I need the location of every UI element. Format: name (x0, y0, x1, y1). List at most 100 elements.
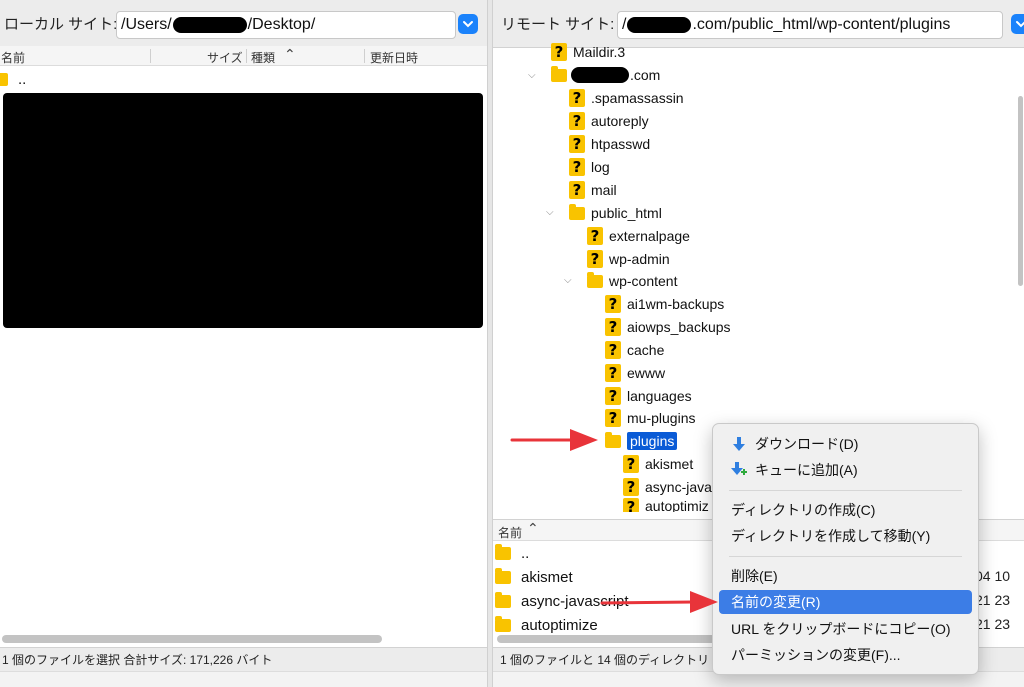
remote-path-dropdown-button[interactable] (1011, 14, 1024, 34)
question-icon: ? (605, 318, 621, 336)
chevron-down-icon (1016, 21, 1024, 28)
menu-item-create-directory[interactable]: ディレクトリの作成(C) (719, 498, 972, 522)
tree-vertical-scrollbar[interactable] (1018, 96, 1023, 286)
tree-item-cache[interactable]: ? cache (605, 339, 664, 361)
chevron-down-icon[interactable]: ⌵ (528, 70, 536, 81)
tree-item-ai1wm-backups[interactable]: ? ai1wm-backups (605, 293, 724, 315)
folder-icon (605, 431, 621, 448)
question-icon: ? (605, 409, 621, 427)
menu-item-change-permissions[interactable]: パーミッションの変更(F)... (719, 643, 972, 667)
question-icon: ? (623, 478, 639, 496)
chevron-down-icon[interactable]: ⌵ (564, 275, 572, 286)
menu-separator (729, 556, 962, 557)
tree-item-autoreply[interactable]: ? autoreply (569, 110, 649, 132)
tree-item-autoptimize[interactable]: ? autoptimiz (623, 498, 709, 512)
question-icon: ? (605, 364, 621, 382)
tree-item-log[interactable]: ? log (569, 156, 610, 178)
remote-site-label: リモート サイト: (501, 16, 615, 33)
folder-icon (495, 567, 511, 584)
folder-icon (495, 591, 511, 608)
menu-separator (729, 490, 962, 491)
tree-item-plugins[interactable]: plugins (605, 430, 678, 452)
sort-ascending-icon: ⌃ (527, 520, 539, 536)
local-col-modified[interactable]: 更新日時 (370, 49, 418, 66)
local-path-suffix: /Desktop/ (247, 16, 316, 33)
sort-ascending-icon: ⌃ (284, 46, 296, 62)
question-icon: ? (623, 498, 639, 512)
context-menu: ダウンロード(D) キューに追加(A) ディレクトリの作成(C) ディレクトリを… (712, 423, 979, 675)
question-icon: ? (569, 89, 585, 107)
menu-item-add-to-queue[interactable]: キューに追加(A) (719, 458, 972, 482)
annotation-arrow-rename (600, 591, 718, 613)
question-icon: ? (551, 43, 567, 61)
column-separator (364, 49, 365, 63)
chevron-down-icon[interactable]: ⌵ (546, 207, 554, 218)
menu-item-delete[interactable]: 削除(E) (719, 564, 972, 588)
remote-list-autoptimize[interactable]: autoptimize (495, 613, 598, 637)
question-icon: ? (605, 387, 621, 405)
local-col-type[interactable]: 種類 (251, 49, 275, 66)
remote-path-suffix: .com/public_html/wp-content/plugins (692, 16, 951, 33)
tree-item-domain[interactable]: .com (551, 64, 660, 86)
local-col-size[interactable]: サイズ (207, 49, 243, 66)
question-icon: ? (587, 227, 603, 245)
question-icon: ? (569, 181, 585, 199)
tree-item-externalpage[interactable]: ? externalpage (587, 225, 690, 247)
tree-item-spamassassin[interactable]: ? .spamassassin (569, 87, 684, 109)
local-parent-label: .. (18, 70, 27, 88)
local-site-pane: ローカル サイト: /Users/ /Desktop/ 名前 サイズ 種類 ⌃ … (0, 0, 487, 687)
tree-item-languages[interactable]: ? languages (605, 385, 692, 407)
local-horizontal-scrollbar[interactable] (2, 635, 382, 643)
local-path-prefix: /Users/ (121, 16, 172, 33)
tree-item-aiowps-backups[interactable]: ? aiowps_backups (605, 316, 731, 338)
redacted-username (172, 17, 247, 33)
tree-item-wp-content[interactable]: wp-content (587, 270, 677, 292)
remote-list-akismet[interactable]: akismet (495, 565, 573, 589)
redacted-domain (571, 67, 629, 83)
question-icon: ? (569, 158, 585, 176)
download-arrow-icon (731, 436, 747, 452)
local-file-list-header: 名前 サイズ 種類 ⌃ 更新日時 (0, 46, 487, 66)
local-parent-row[interactable]: .. (0, 67, 26, 91)
tree-item-async-java[interactable]: ? async-java (623, 476, 712, 498)
local-path-dropdown-button[interactable] (458, 14, 478, 34)
question-icon: ? (605, 341, 621, 359)
question-icon: ? (569, 112, 585, 130)
question-icon: ? (569, 135, 585, 153)
question-icon: ? (623, 455, 639, 473)
queue-add-icon (731, 462, 747, 478)
local-status-text: 1 個のファイルを選択 合計サイズ: 171,226 バイト (2, 653, 273, 667)
annotation-arrow-plugins (510, 429, 598, 451)
queue-strip (0, 671, 487, 687)
folder-icon (0, 72, 8, 86)
tree-item-akismet[interactable]: ? akismet (623, 453, 693, 475)
remote-horizontal-scrollbar[interactable] (497, 635, 717, 643)
redacted-domain (627, 17, 692, 33)
question-icon: ? (605, 295, 621, 313)
remote-list-modified: 21 23 (975, 616, 1011, 632)
tree-item-maildir3[interactable]: ? Maildir.3 (551, 41, 625, 63)
tree-item-mail[interactable]: ? mail (569, 179, 617, 201)
column-separator (246, 49, 247, 63)
tree-item-htpasswd[interactable]: ? htpasswd (569, 133, 650, 155)
remote-list-modified: 21 23 (975, 592, 1011, 608)
remote-path-input[interactable]: / .com/public_html/wp-content/plugins (617, 11, 1003, 39)
remote-col-name[interactable]: 名前 (498, 524, 522, 541)
column-separator (150, 49, 151, 63)
tree-item-wp-admin[interactable]: ? wp-admin (587, 248, 670, 270)
tree-item-mu-plugins[interactable]: ? mu-plugins (605, 407, 695, 429)
menu-item-create-directory-and-enter[interactable]: ディレクトリを作成して移動(Y) (719, 524, 972, 548)
menu-item-download[interactable]: ダウンロード(D) (719, 432, 972, 456)
remote-list-parent[interactable]: .. (495, 541, 529, 565)
folder-icon (495, 615, 511, 632)
local-col-name[interactable]: 名前 (1, 49, 25, 66)
menu-item-rename[interactable]: 名前の変更(R) (719, 590, 972, 614)
menu-item-copy-url[interactable]: URL をクリップボードにコピー(O) (719, 617, 972, 641)
local-path-input[interactable]: /Users/ /Desktop/ (116, 11, 456, 39)
folder-icon (569, 203, 585, 220)
tree-item-ewww[interactable]: ? ewww (605, 362, 665, 384)
folder-icon (587, 271, 603, 288)
remote-list-modified: 04 10 (975, 568, 1011, 584)
tree-item-public-html[interactable]: public_html (569, 202, 662, 224)
redacted-local-files (3, 93, 483, 328)
